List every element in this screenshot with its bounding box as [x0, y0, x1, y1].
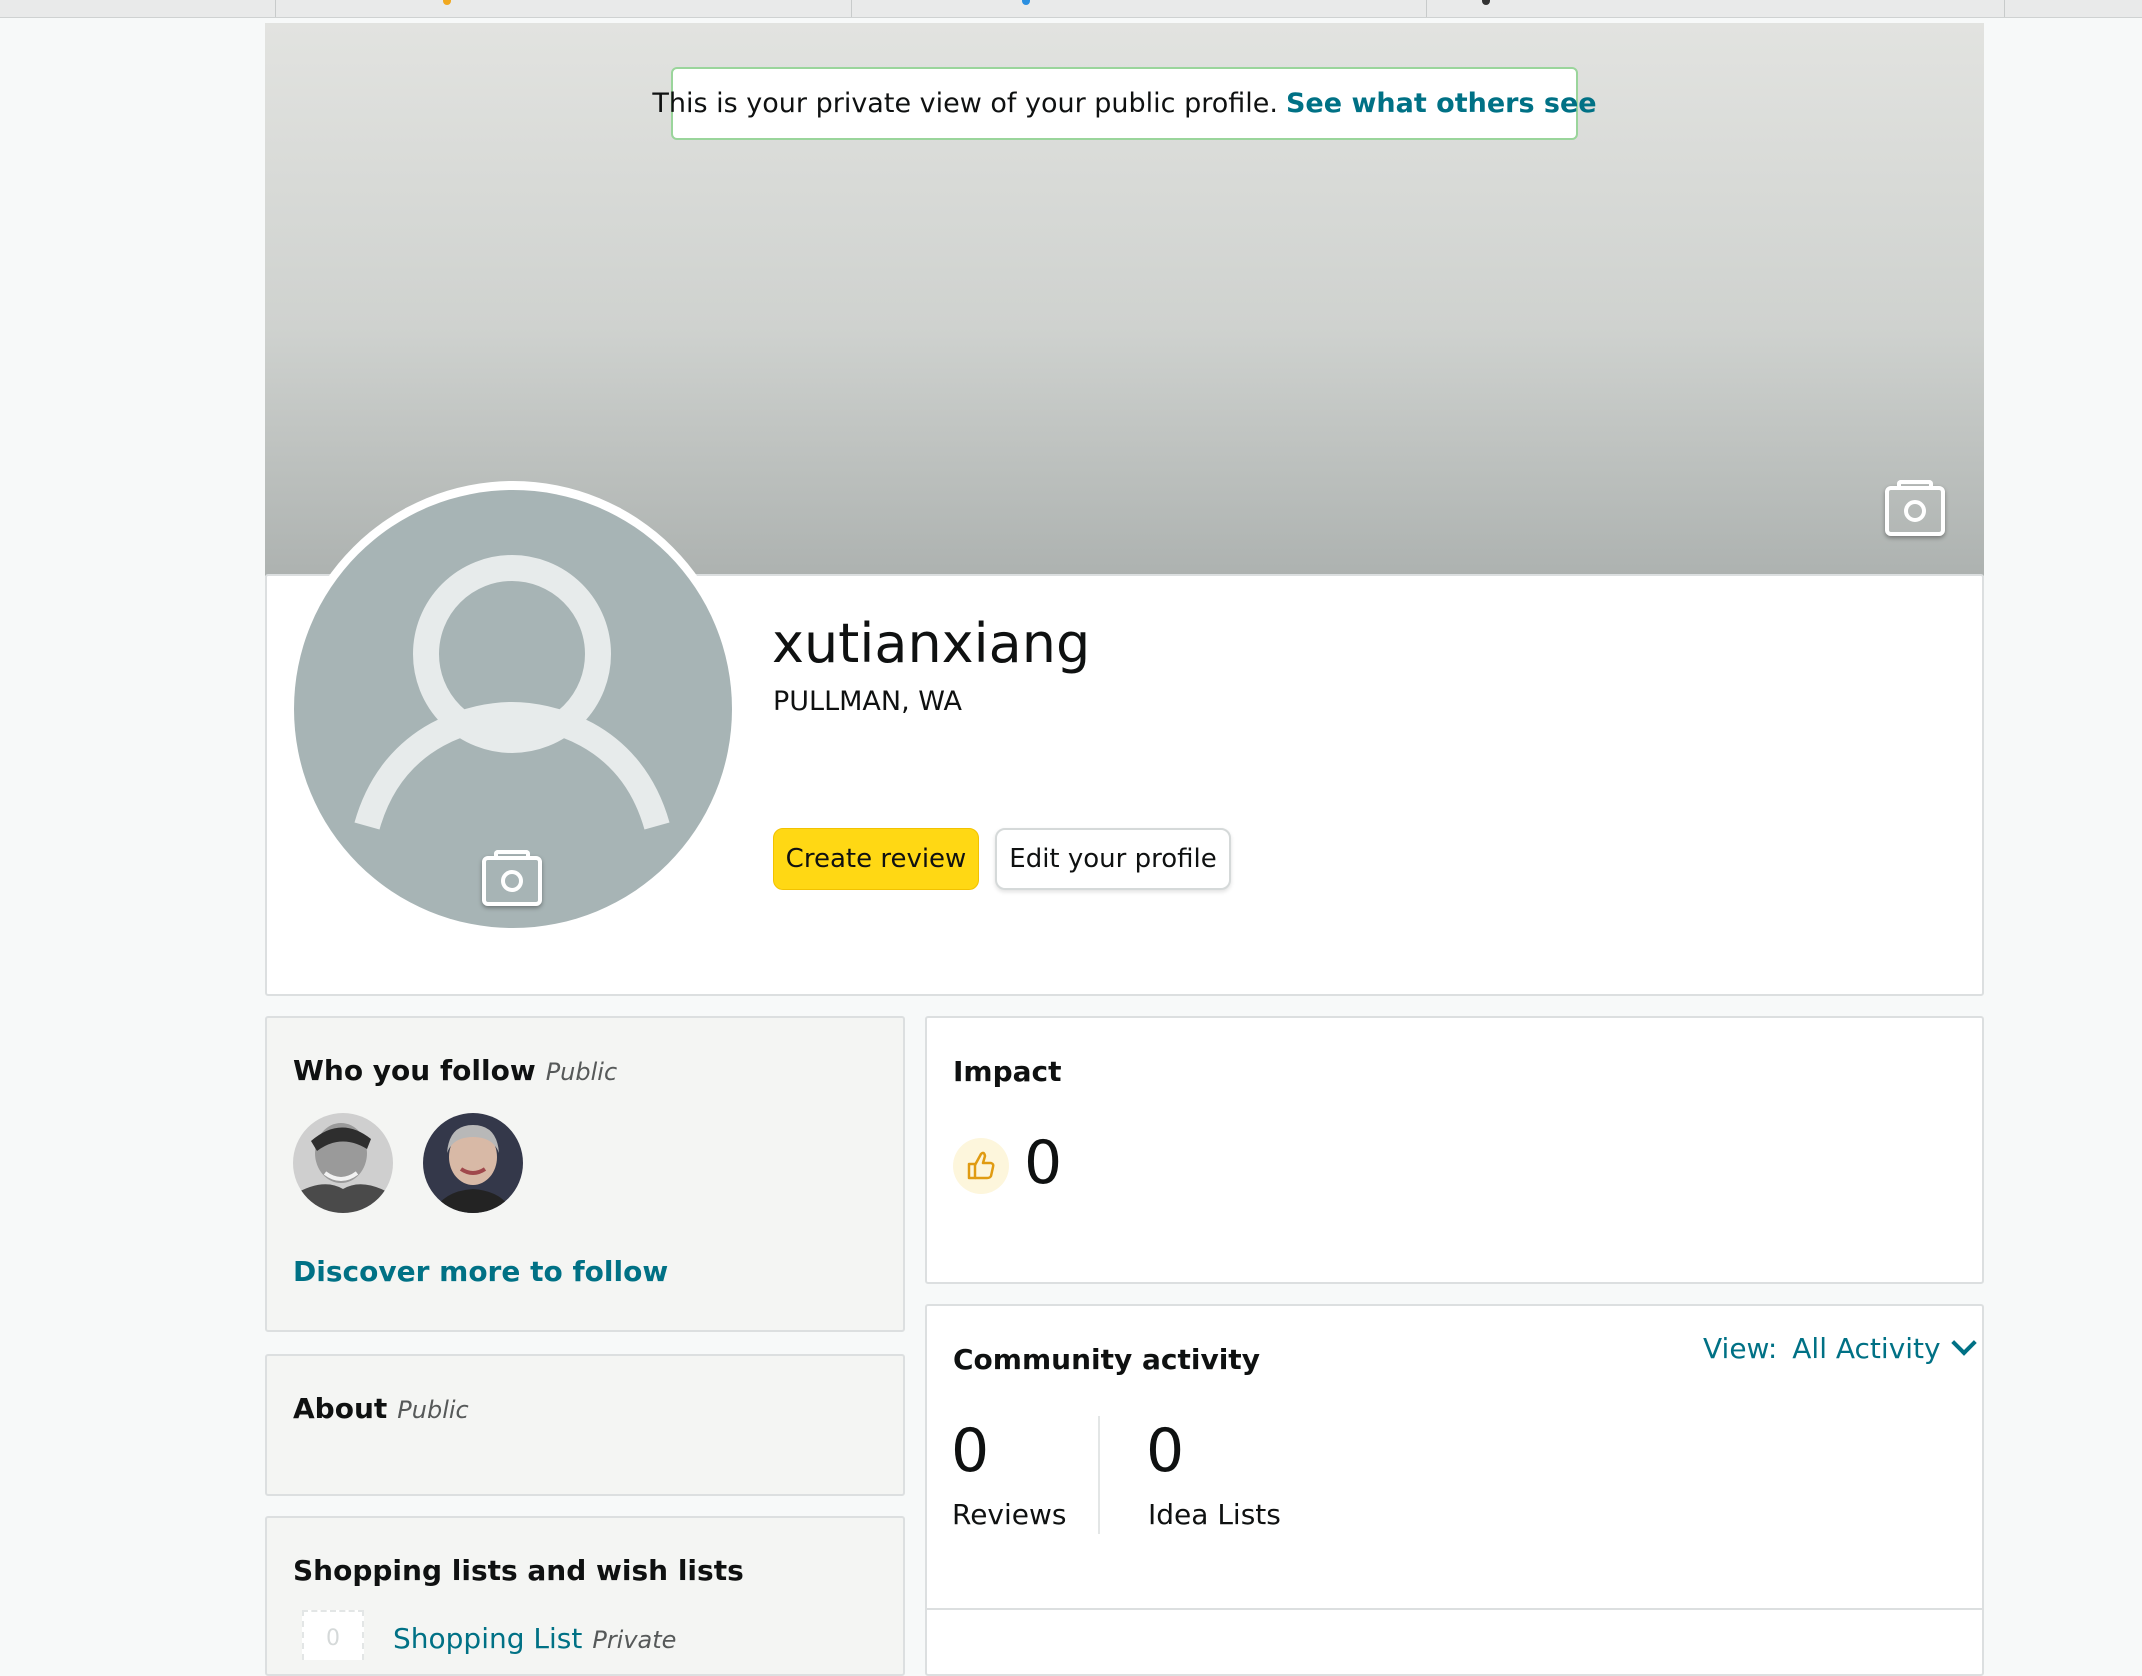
about-heading: About Public [293, 1392, 469, 1425]
about-title: About [293, 1392, 388, 1425]
visibility-tag: Private [592, 1626, 677, 1654]
stats-divider [1098, 1416, 1100, 1534]
private-view-notice: This is your private view of your public… [652, 67, 1597, 140]
visibility-tag: Public [545, 1058, 618, 1086]
section-divider [925, 1608, 1984, 1610]
tab-separator [851, 0, 852, 17]
see-what-others-see-link[interactable]: See what others see [1286, 88, 1597, 119]
tab-favicon[interactable] [1482, 0, 1490, 5]
tab-favicon[interactable] [443, 0, 451, 5]
idea-lists-count[interactable]: 0 [1146, 1416, 1184, 1486]
followed-user-avatar[interactable] [293, 1113, 393, 1213]
community-activity-title: Community activity [953, 1343, 1260, 1376]
impact-card [925, 1016, 1984, 1284]
followed-user-avatar[interactable] [423, 1113, 523, 1213]
person-photo-icon [423, 1113, 523, 1213]
idea-lists-label: Idea Lists [1148, 1498, 1281, 1531]
reviews-count[interactable]: 0 [951, 1416, 989, 1486]
camera-icon[interactable] [1885, 480, 1945, 536]
camera-icon[interactable] [482, 850, 542, 906]
thumbs-up-icon [967, 1151, 995, 1180]
edit-profile-button[interactable]: Edit your profile [995, 828, 1231, 890]
shopping-list-link[interactable]: Shopping List [393, 1622, 582, 1655]
reviews-label: Reviews [952, 1498, 1067, 1531]
impact-title: Impact [953, 1055, 1062, 1088]
profile-location: PULLMAN, WA [773, 686, 962, 717]
tab-separator [2004, 0, 2005, 17]
tab-favicon[interactable] [1022, 0, 1030, 5]
thumbs-up-badge [953, 1138, 1009, 1194]
profile-username: xutianxiang [772, 612, 1091, 675]
activity-view-filter[interactable]: View: All Activity [1703, 1330, 1977, 1365]
impact-value: 0 [1024, 1128, 1063, 1198]
person-photo-icon [293, 1113, 393, 1213]
visibility-tag: Public [397, 1396, 469, 1424]
tab-separator [1426, 0, 1427, 17]
browser-tab-strip [0, 0, 2142, 18]
tab-separator [275, 0, 276, 17]
about-card [265, 1354, 905, 1496]
chevron-down-icon [1950, 1330, 1977, 1356]
private-view-text: This is your private view of your public… [652, 88, 1278, 119]
list-item[interactable]: Shopping List Private [393, 1622, 676, 1655]
shopping-lists-title: Shopping lists and wish lists [293, 1554, 744, 1587]
who-you-follow-heading: Who you follow Public [293, 1054, 617, 1087]
create-review-button[interactable]: Create review [773, 828, 979, 890]
discover-more-link[interactable]: Discover more to follow [293, 1255, 668, 1288]
view-label: View: [1703, 1332, 1778, 1365]
view-value: All Activity [1792, 1332, 1941, 1365]
list-item-count[interactable]: 0 [302, 1610, 364, 1660]
who-you-follow-title: Who you follow [293, 1054, 536, 1087]
